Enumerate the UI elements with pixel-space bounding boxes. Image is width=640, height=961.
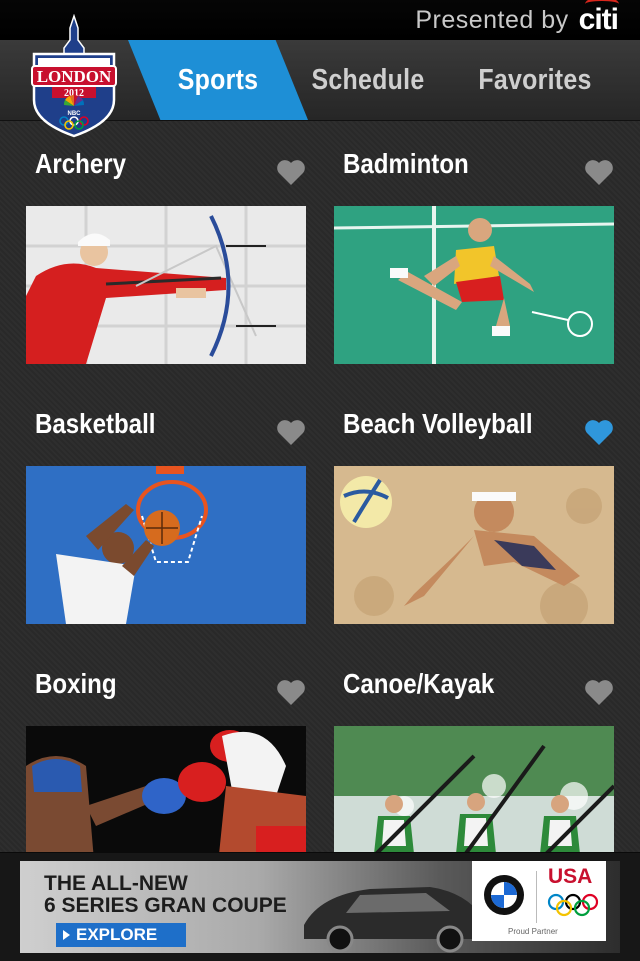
ad-banner[interactable]: THE ALL-NEW 6 SERIES GRAN COUPE EXPLORE … [20, 861, 620, 953]
favorite-heart-icon[interactable] [276, 418, 306, 446]
sport-card-archery[interactable]: Archery [26, 148, 306, 368]
sport-title: Canoe/Kayak [343, 668, 495, 699]
sport-title: Badminton [343, 148, 469, 179]
sport-card-beach-volleyball[interactable]: Beach Volleyball [334, 408, 614, 628]
presented-by-label: Presented by [415, 5, 569, 34]
logo-city-text: LONDON [37, 67, 112, 86]
logo-network-text: NBC [68, 111, 82, 117]
nav-bar: Sports Schedule Favorites LONDON 2012 NB… [0, 14, 640, 138]
tab-schedule[interactable]: Schedule [308, 40, 428, 120]
sport-title: Archery [35, 148, 127, 179]
favorite-heart-icon[interactable] [584, 158, 614, 186]
sport-card-badminton[interactable]: Badminton [334, 148, 614, 368]
sports-grid: Archery Badminton Basketball Beach Volle… [0, 122, 640, 852]
sport-image-beach-volleyball[interactable] [334, 466, 614, 624]
favorite-heart-icon-active[interactable] [584, 418, 614, 446]
ad-partner-badge: USA Proud Partner [472, 861, 606, 941]
sport-image-boxing[interactable] [26, 726, 306, 852]
london-2012-logo[interactable]: LONDON 2012 NBC [28, 14, 120, 138]
sport-image-archery[interactable] [26, 206, 306, 364]
proud-partner-text: Proud Partner [508, 927, 558, 936]
tab-favorites[interactable]: Favorites [471, 40, 600, 120]
sport-card-basketball[interactable]: Basketball [26, 408, 306, 628]
ad-explore-button[interactable]: EXPLORE [56, 923, 186, 947]
tab-sports[interactable]: Sports [158, 40, 278, 120]
favorite-heart-icon[interactable] [584, 678, 614, 706]
citi-logo: citi [579, 0, 619, 37]
ad-headline: THE ALL-NEW 6 SERIES GRAN COUPE [44, 872, 287, 917]
ad-banner-bar: THE ALL-NEW 6 SERIES GRAN COUPE EXPLORE … [0, 852, 640, 961]
sport-image-basketball[interactable] [26, 466, 306, 624]
sport-image-canoe-kayak[interactable] [334, 726, 614, 852]
sport-title: Basketball [35, 408, 156, 439]
sport-image-badminton[interactable] [334, 206, 614, 364]
olympic-rings-icon [547, 893, 599, 917]
favorite-heart-icon[interactable] [276, 678, 306, 706]
car-image [304, 887, 486, 953]
usa-text: USA [548, 865, 593, 888]
sport-card-canoe-kayak[interactable]: Canoe/Kayak [334, 668, 614, 852]
bmw-logo-icon [484, 875, 524, 915]
sport-card-boxing[interactable]: Boxing [26, 668, 306, 852]
sport-title: Beach Volleyball [343, 408, 533, 439]
favorite-heart-icon[interactable] [276, 158, 306, 186]
sport-title: Boxing [35, 668, 117, 699]
